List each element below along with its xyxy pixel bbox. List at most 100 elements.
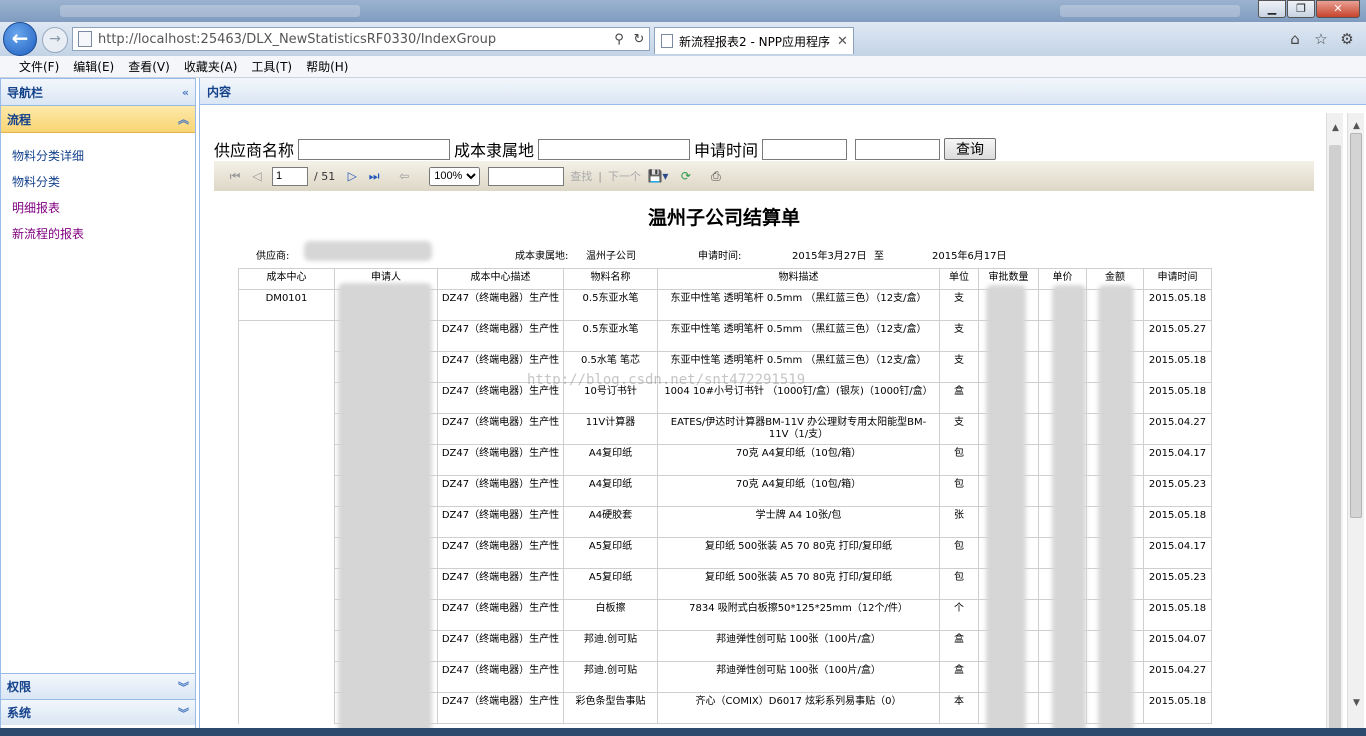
forward-button[interactable]: → [42,27,68,53]
tab-close-icon[interactable]: ✕ [837,34,853,49]
menu-help[interactable]: 帮助(H) [299,58,355,75]
export-icon[interactable]: 💾▾ [647,169,669,183]
cost-center-desc-cell: DZ47（终端电器）生产性 [437,692,564,724]
menu-tools[interactable]: 工具(T) [244,58,299,75]
find-input[interactable] [488,166,565,186]
material-name-cell: A5复印纸 [563,537,658,569]
cost-center-cell [238,661,335,693]
sidebar-link-new-process-report[interactable]: 新流程的报表 [12,225,195,251]
material-name-cell: 0.5东亚水笔 [563,289,658,321]
unit-cell: 包 [939,568,979,600]
page-number-input[interactable] [272,166,308,186]
col-header: 成本中心 [238,268,335,290]
supplier-label: 供应商名称 [214,141,295,160]
unit-cell: 支 [939,413,979,445]
cost-center-cell: DM0101 [238,289,335,321]
next-page-icon[interactable]: ▷ [341,169,363,183]
back-to-parent-icon[interactable]: ⇦ [393,169,415,183]
menu-edit[interactable]: 编辑(E) [66,58,121,75]
material-desc-cell: EATES/伊达时计算器BM-11V 办公理财专用太阳能型BM-11V（1/支） [657,413,940,445]
apply-date-cell: 2015.05.18 [1143,351,1212,383]
unit-cell: 包 [939,537,979,569]
material-desc-cell: 邦迪弹性创可贴 100张（100片/盒） [657,630,940,662]
cost-center-cell [238,413,335,445]
sidebar-section-process[interactable]: 流程 ︽ [1,106,195,133]
double-down-chevron-icon[interactable]: ︾ [178,679,189,695]
browser-tab[interactable]: 新流程报表2 - NPP应用程序 ✕ [654,27,854,54]
date-to-input[interactable] [855,138,941,160]
browser-right-icons: ⌂ ☆ ⚙ [1282,30,1360,48]
close-window-button[interactable]: ✕ [1316,0,1360,18]
query-button[interactable]: 查询 [944,138,997,160]
sidebar-section-system[interactable]: 系统 ︾ [1,699,195,725]
last-page-icon[interactable]: ⏭ [363,169,385,184]
double-down-chevron-icon[interactable]: ︾ [178,705,189,721]
scroll-up-icon[interactable]: ▲ [1327,123,1344,133]
sidebar-link-detail-report[interactable]: 明细报表 [12,199,195,225]
cost-center-desc-cell: DZ47（终端电器）生产性 [437,661,564,693]
report-scrollbar[interactable]: ▲ [1326,113,1343,736]
report-apply-time-label: 申请时间: [698,251,742,262]
refresh-report-icon[interactable]: ⟳ [675,169,697,183]
material-desc-cell: 邦迪弹性创可贴 100张（100片/盒） [657,661,940,693]
col-header: 物料描述 [657,268,940,290]
find-next-link[interactable]: 下一个 [608,168,641,184]
print-icon[interactable]: ⎙ [705,169,727,184]
refresh-icon[interactable]: ↻ [629,32,649,47]
material-desc-cell: 齐心（COMIX）D6017 炫彩系列易事贴（0） [657,692,940,724]
material-desc-cell: 复印纸 500张装 A5 70 80克 打印/复印纸 [657,568,940,600]
home-icon[interactable]: ⌂ [1282,30,1308,48]
scroll-up-icon[interactable]: ▲ [1348,121,1365,131]
menu-file[interactable]: 文件(F) [12,58,66,75]
search-icon[interactable]: ⚲ [609,32,629,47]
cost-center-desc-cell: DZ47（终端电器）生产性 [437,444,564,476]
page-scroll-thumb[interactable] [1350,133,1362,518]
collapse-double-left-icon[interactable]: « [182,86,189,99]
apply-date-cell: 2015.05.23 [1143,568,1212,600]
cost-center-cell [238,320,335,352]
supplier-input[interactable] [298,138,451,160]
report-date-sep: 至 [874,251,884,262]
minimize-button[interactable]: ▁ [1258,0,1286,18]
sidebar-link-material-detail[interactable]: 物料分类详细 [12,147,195,173]
page-scrollbar[interactable]: ▲ ▼ [1347,113,1364,736]
col-header: 申请时间 [1143,268,1212,290]
address-bar[interactable]: http://localhost:25463/DLX_NewStatistics… [72,27,650,51]
sidebar-section-label: 流程 [7,112,32,127]
apply-date-cell: 2015.05.27 [1143,320,1212,352]
menu-favorites[interactable]: 收藏夹(A) [177,58,245,75]
scroll-down-icon[interactable]: ▼ [1348,698,1365,708]
tools-gear-icon[interactable]: ⚙ [1334,30,1360,48]
page-icon [78,31,92,47]
sidebar-section-permissions[interactable]: 权限 ︾ [1,673,195,699]
report-toolbar: ⏮ ◁ / 51 ▷ ⏭ ⇦ 100% 查找 | 下一个 💾▾ ⟳ ⎙ [214,161,1314,191]
material-name-cell: A4硬胶套 [563,506,658,538]
back-button[interactable]: ← [3,22,37,56]
material-name-cell: 邦迪.创可贴 [563,630,658,662]
apply-date-cell: 2015.05.18 [1143,289,1212,321]
menu-view[interactable]: 查看(V) [121,58,177,75]
material-desc-cell: 复印纸 500张装 A5 70 80克 打印/复印纸 [657,537,940,569]
cost-center-cell [238,475,335,507]
window-titlebar: ▁ ❐ ✕ [0,0,1366,22]
maximize-button[interactable]: ❐ [1287,0,1315,18]
apply-date-cell: 2015.05.18 [1143,382,1212,414]
zoom-select[interactable]: 100% [429,166,481,186]
cost-center-desc-cell: DZ47（终端电器）生产性 [437,289,564,321]
favorites-star-icon[interactable]: ☆ [1308,30,1334,48]
sidebar-link-material-class[interactable]: 物料分类 [12,173,195,199]
report-scroll-thumb[interactable] [1329,145,1341,735]
unit-cell: 支 [939,320,979,352]
prev-page-icon[interactable]: ◁ [246,169,268,183]
cost-center-desc-cell: DZ47（终端电器）生产性 [437,413,564,445]
first-page-icon[interactable]: ⏮ [224,169,246,184]
double-up-chevron-icon[interactable]: ︽ [178,111,189,127]
cost-owner-input[interactable] [538,138,691,160]
address-url[interactable]: http://localhost:25463/DLX_NewStatistics… [98,32,609,47]
cost-center-cell [238,599,335,631]
find-link[interactable]: 查找 [570,168,592,184]
unit-cell: 支 [939,289,979,321]
redacted-price-column [1052,285,1086,733]
date-from-input[interactable] [762,138,848,160]
tab-title: 新流程报表2 - NPP应用程序 [679,34,831,49]
